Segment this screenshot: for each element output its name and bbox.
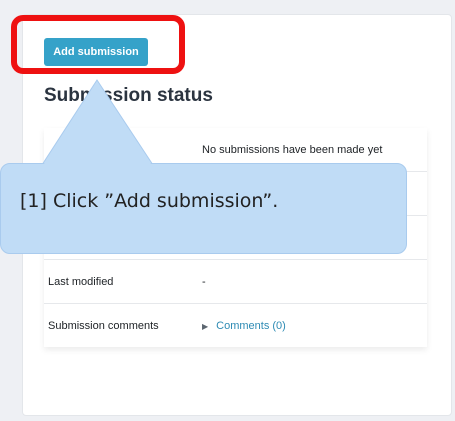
table-row: Last modified -: [44, 259, 427, 304]
last-modified-value: -: [202, 275, 206, 288]
comments-link[interactable]: Comments (0): [216, 320, 286, 332]
submission-comments-label: Submission comments: [48, 319, 159, 332]
triangle-right-icon[interactable]: ▶: [202, 322, 208, 331]
comments-cell: ▶ Comments (0): [202, 304, 427, 348]
section-title: Submission status: [44, 85, 213, 106]
table-row: Submission comments ▶ Comments (0): [44, 303, 427, 348]
last-modified-label: Last modified: [48, 275, 114, 288]
highlight-box: [11, 15, 185, 74]
instruction-text: [1] Click ”Add submission”.: [20, 190, 279, 212]
